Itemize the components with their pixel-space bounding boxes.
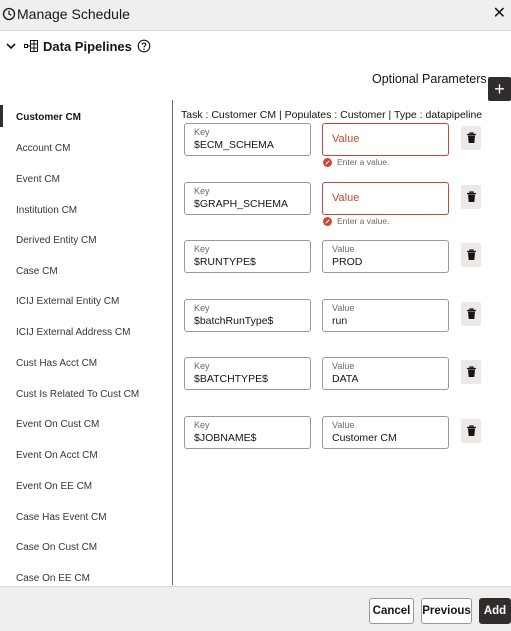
sidebar-item-case-has-event-cm[interactable]: Case Has Event CM (16, 512, 107, 523)
value-label: Value (332, 420, 355, 430)
sidebar-item-cust-is-related-to-cust-cm[interactable]: Cust Is Related To Cust CM (16, 389, 139, 400)
trash-icon (466, 249, 476, 260)
value-label: Value (332, 303, 355, 313)
key-label: Key (194, 361, 210, 371)
sidebar-item-icij-external-entity-cm[interactable]: ICIJ External Entity CM (16, 296, 119, 307)
param-key-field[interactable]: Key $JOBNAME$ (184, 416, 311, 449)
param-key-field[interactable]: Key $ECM_SCHEMA (184, 123, 311, 156)
key-label: Key (194, 127, 210, 137)
dialog-title: Manage Schedule (17, 6, 130, 22)
close-icon[interactable]: ✕ (493, 6, 506, 22)
delete-param-button[interactable] (461, 302, 481, 326)
delete-param-button[interactable] (461, 185, 481, 209)
key-value: $RUNTYPE$ (194, 256, 256, 268)
param-value: Customer CM (332, 432, 397, 444)
chevron-down-icon[interactable] (4, 40, 18, 52)
error-icon (323, 216, 332, 226)
trash-icon (466, 425, 476, 436)
key-value: $batchRunType$ (194, 315, 274, 327)
key-value: $BATCHTYPE$ (194, 373, 268, 385)
add-parameter-button[interactable]: + (488, 77, 511, 101)
sidebar-item-event-on-cust-cm[interactable]: Event On Cust CM (16, 419, 99, 430)
value-placeholder: Value (332, 192, 360, 204)
key-label: Key (194, 186, 210, 196)
param-value-field[interactable]: Value run (322, 299, 449, 332)
param-value-field[interactable]: Value PROD (322, 240, 449, 273)
sidebar-item-event-on-acct-cm[interactable]: Event On Acct CM (16, 450, 98, 461)
value-label: Value (332, 244, 355, 254)
value-label: Value (332, 361, 355, 371)
sidebar-item-account-cm[interactable]: Account CM (16, 143, 70, 154)
param-key-field[interactable]: Key $GRAPH_SCHEMA (184, 182, 311, 215)
param-value-field[interactable]: Value (322, 182, 449, 215)
sidebar-item-cust-has-acct-cm[interactable]: Cust Has Acct CM (16, 358, 97, 369)
trash-icon (466, 191, 476, 202)
param-key-field[interactable]: Key $BATCHTYPE$ (184, 357, 311, 390)
optional-parameters-label: Optional Parameters (372, 72, 487, 86)
error-icon (323, 157, 332, 167)
value-placeholder: Value (332, 133, 360, 145)
sidebar-item-event-cm[interactable]: Event CM (16, 174, 60, 185)
error-text: Enter a value. (337, 216, 390, 226)
param-value-field[interactable]: Value (322, 123, 449, 156)
param-key-field[interactable]: Key $RUNTYPE$ (184, 240, 311, 273)
sidebar-item-event-on-ee-cm[interactable]: Event On EE CM (16, 481, 92, 492)
key-label: Key (194, 420, 210, 430)
help-icon[interactable] (137, 39, 151, 53)
delete-param-button[interactable] (461, 419, 481, 443)
cancel-button[interactable]: Cancel (369, 598, 414, 624)
trash-icon (466, 308, 476, 319)
param-value-field[interactable]: Value Customer CM (322, 416, 449, 449)
trash-icon (466, 132, 476, 143)
delete-param-button[interactable] (461, 360, 481, 384)
param-value: run (332, 315, 348, 327)
task-sidebar: Customer CM Account CM Event CM Institut… (0, 100, 172, 585)
previous-button[interactable]: Previous (421, 598, 472, 624)
key-value: $ECM_SCHEMA (194, 139, 274, 151)
param-value: PROD (332, 256, 363, 268)
active-item-indicator (0, 105, 3, 127)
validation-error: Enter a value. (323, 216, 389, 226)
sidebar-item-customer-cm[interactable]: Customer CM (16, 112, 81, 123)
key-value: $JOBNAME$ (194, 432, 257, 444)
param-value-field[interactable]: Value DATA (322, 357, 449, 390)
delete-param-button[interactable] (461, 126, 481, 150)
validation-error: Enter a value. (323, 157, 389, 167)
param-key-field[interactable]: Key $batchRunType$ (184, 299, 311, 332)
sidebar-item-institution-cm[interactable]: Institution CM (16, 205, 77, 216)
plus-icon: + (494, 78, 505, 99)
section-title: Data Pipelines (43, 38, 132, 54)
key-label: Key (194, 244, 210, 254)
trash-icon (466, 366, 476, 377)
key-label: Key (194, 303, 210, 313)
key-value: $GRAPH_SCHEMA (194, 198, 288, 210)
pipeline-icon (24, 40, 38, 52)
section-header[interactable]: Data Pipelines (4, 36, 151, 56)
dialog-titlebar: Manage Schedule ✕ (0, 0, 511, 31)
dialog-footer: Cancel Previous Add (0, 586, 511, 631)
sidebar-item-case-on-cust-cm[interactable]: Case On Cust CM (16, 542, 97, 553)
schedule-clock-icon (2, 7, 16, 21)
task-summary: Task : Customer CM | Populates : Custome… (181, 109, 483, 121)
param-value: DATA (332, 373, 359, 385)
sidebar-item-case-on-ee-cm[interactable]: Case On EE CM (16, 573, 90, 584)
sidebar-item-icij-external-address-cm[interactable]: ICIJ External Address CM (16, 327, 130, 338)
delete-param-button[interactable] (461, 243, 481, 267)
sidebar-item-case-cm[interactable]: Case CM (16, 266, 58, 277)
sidebar-divider (172, 100, 173, 585)
add-button[interactable]: Add (479, 598, 511, 624)
sidebar-item-derived-entity-cm[interactable]: Derived Entity CM (16, 235, 97, 246)
error-text: Enter a value. (337, 157, 390, 167)
